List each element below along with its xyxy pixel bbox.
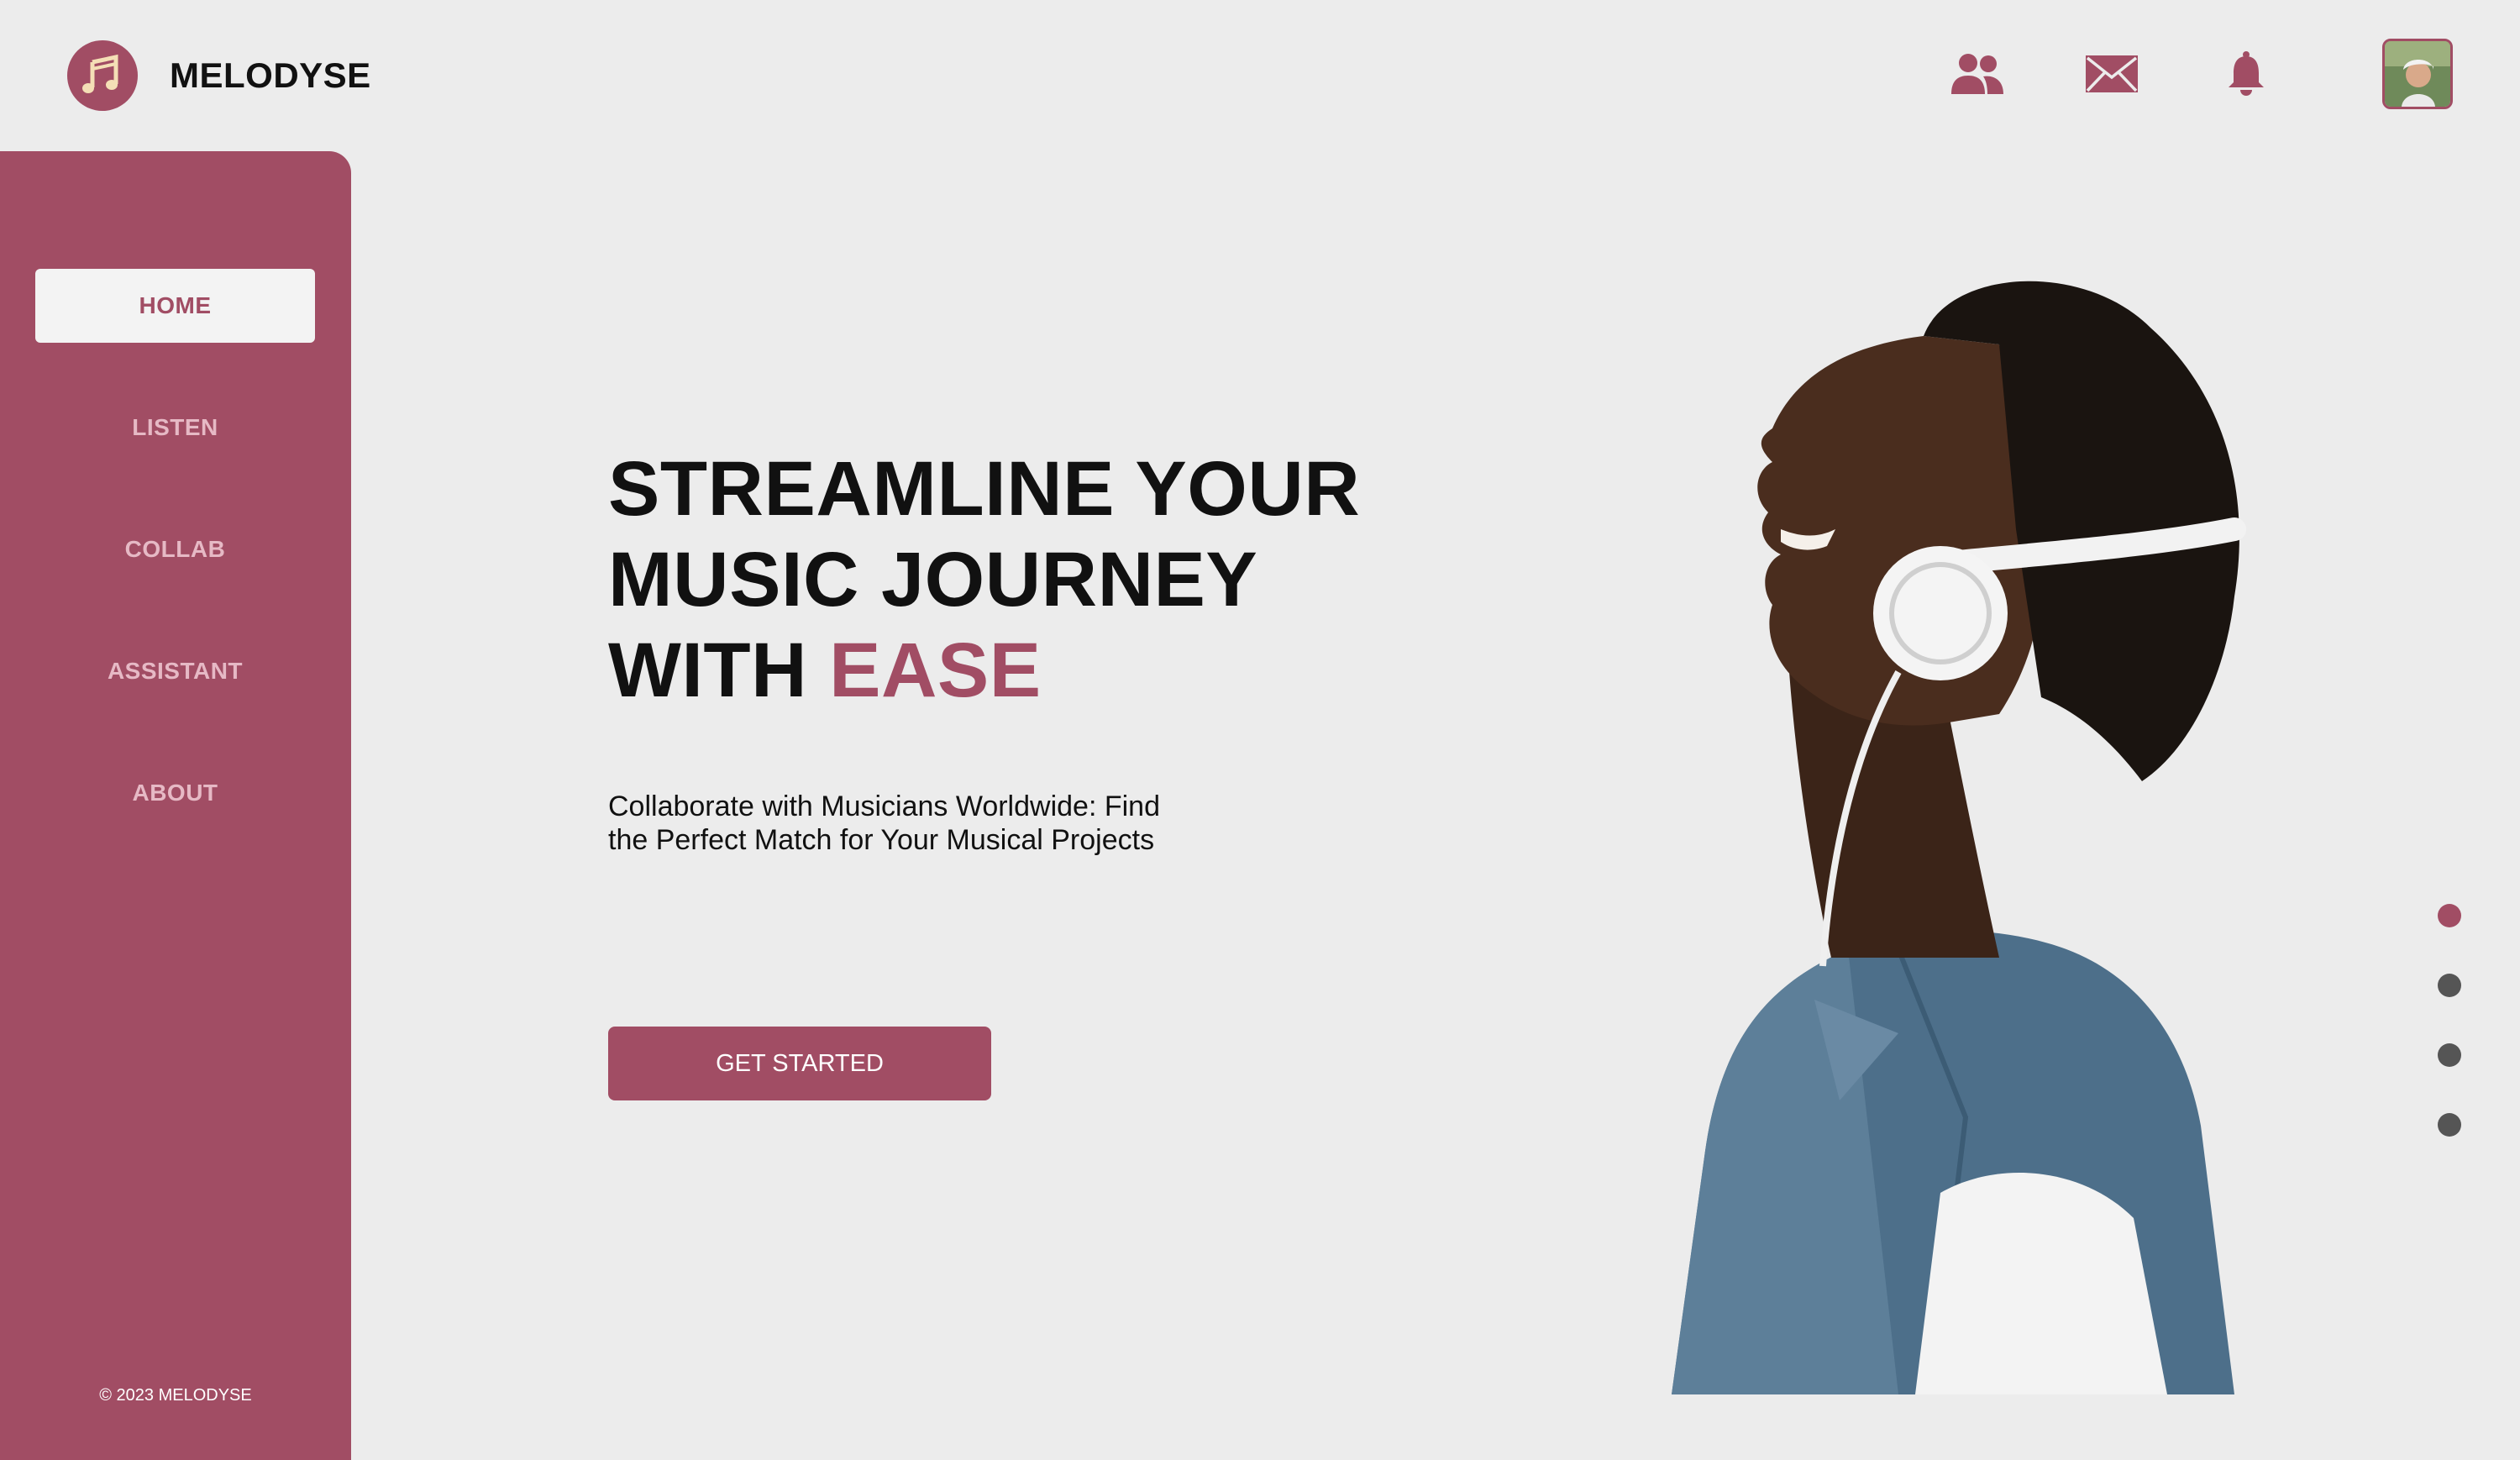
bell-icon[interactable] (2211, 39, 2281, 109)
sidebar-item-assistant[interactable]: ASSISTANT (35, 634, 315, 708)
hero-image (1646, 277, 2335, 1395)
carousel-dot-1[interactable] (2438, 904, 2461, 927)
sidebar: HOME LISTEN COLLAB ASSISTANT ABOUT © 202… (0, 151, 351, 1460)
brand-name: MELODYSE (170, 55, 371, 95)
carousel-dot-4[interactable] (2438, 1113, 2461, 1137)
carousel-dot-3[interactable] (2438, 1043, 2461, 1067)
hero-title-line1: STREAMLINE YOUR (608, 446, 1361, 532)
sidebar-item-listen[interactable]: LISTEN (35, 391, 315, 465)
carousel-dot-2[interactable] (2438, 974, 2461, 997)
get-started-button[interactable]: GET STARTED (608, 1027, 991, 1100)
hero-subtitle: Collaborate with Musicians Worldwide: Fi… (608, 790, 1160, 856)
user-avatar[interactable] (2382, 39, 2453, 109)
sidebar-item-home[interactable]: HOME (35, 269, 315, 343)
hero-title: STREAMLINE YOUR MUSIC JOURNEY WITH EASE (608, 444, 1360, 716)
hero-title-accent: EASE (829, 628, 1042, 713)
sidebar-item-collab[interactable]: COLLAB (35, 512, 315, 586)
mail-icon[interactable] (2076, 39, 2147, 109)
carousel-dots (2438, 904, 2465, 1183)
topbar-actions (1878, 39, 2453, 109)
users-icon[interactable] (1942, 39, 2013, 109)
copyright: © 2023 MELODYSE (99, 1386, 252, 1405)
brand-logo[interactable]: MELODYSE (67, 40, 371, 111)
music-note-icon (67, 40, 138, 111)
hero-title-line2: MUSIC JOURNEY (608, 537, 1258, 622)
sidebar-item-about[interactable]: ABOUT (35, 756, 315, 830)
hero-title-line3: WITH (608, 628, 830, 713)
